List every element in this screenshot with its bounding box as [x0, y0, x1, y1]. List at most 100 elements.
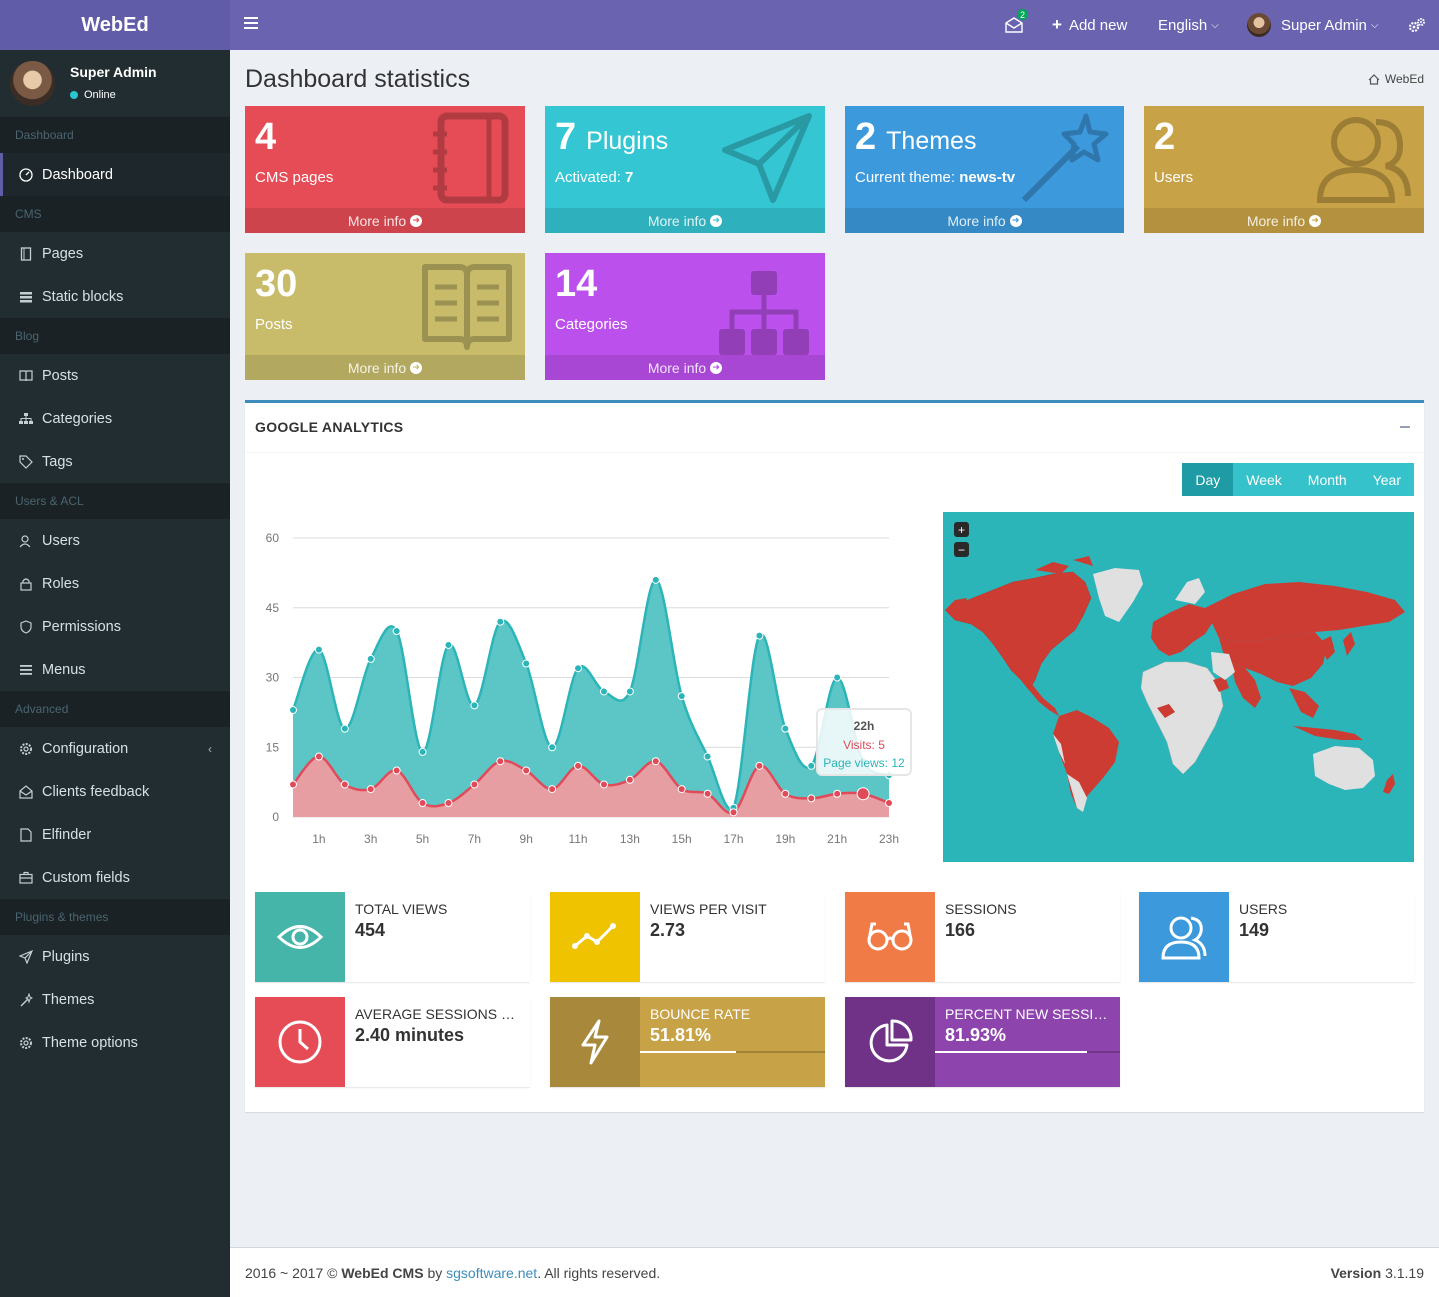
sidebar-item-categories[interactable]: Categories — [0, 397, 230, 440]
data-point — [574, 761, 583, 770]
user-name: Super Admin — [70, 64, 157, 80]
more-info-link[interactable]: More info ➜ — [245, 355, 525, 380]
range-selector: Day Week Month Year — [1182, 463, 1414, 496]
total-views-box: TOTAL VIEWS 454 — [255, 892, 530, 982]
range-week-button[interactable]: Week — [1233, 463, 1295, 496]
chevron-down-icon: ⌵ — [1211, 19, 1219, 31]
add-new-button[interactable]: + Add new — [1052, 0, 1127, 50]
language-label: English — [1158, 16, 1208, 34]
bounce-rate-progress — [640, 1051, 825, 1053]
sidebar-item-label: Theme options — [42, 1034, 138, 1051]
breadcrumb[interactable]: WebEd — [1368, 72, 1424, 86]
clock-icon — [255, 997, 345, 1087]
user-status-text: Online — [84, 89, 116, 101]
range-month-button[interactable]: Month — [1294, 463, 1360, 496]
sidebar-item-label: Elfinder — [42, 826, 92, 843]
range-year-button[interactable]: Year — [1359, 463, 1414, 496]
app-logo[interactable]: WebEd — [0, 0, 230, 50]
views-per-visit-box: VIEWS PER VISIT 2.73 — [550, 892, 825, 982]
data-point — [677, 692, 686, 701]
cms-pages-box: 4 CMS pages More info ➜ — [245, 106, 525, 233]
x-tick-label: 1h — [312, 832, 325, 846]
sidebar-item-custom-fields[interactable]: Custom fields — [0, 856, 230, 899]
y-tick-label: 45 — [266, 601, 280, 615]
notebook-icon — [433, 112, 509, 204]
sidebar-item-theme-options[interactable]: Theme options — [0, 1021, 230, 1064]
analytics-chart: 0 15 30 45 60 1h 3h 5h 7h 9h 11h 13h 15h 17h 19h 21h 23h — [266, 531, 899, 846]
sidebar-item-pages[interactable]: Pages — [0, 232, 230, 275]
arrow-circle-right-icon: ➜ — [1009, 214, 1022, 227]
sidebar-item-static-blocks[interactable]: Static blocks — [0, 275, 230, 318]
x-tick-label: 23h — [879, 832, 899, 846]
sidebar-item-label: Tags — [42, 453, 73, 470]
more-info-link[interactable]: More info ➜ — [545, 208, 825, 233]
notebook-icon — [18, 246, 34, 261]
data-point — [418, 747, 427, 756]
data-point — [625, 687, 634, 696]
sidebar-item-themes[interactable]: Themes — [0, 978, 230, 1021]
panel-title: GOOGLE ANALYTICS — [255, 419, 404, 435]
y-tick-label: 60 — [266, 531, 280, 545]
sidebar-toggle-icon[interactable] — [244, 17, 258, 29]
sidebar-item-label: Posts — [42, 367, 79, 384]
data-point — [522, 659, 531, 668]
bars-icon — [18, 664, 34, 676]
users-stat-label: USERS — [1239, 901, 1288, 917]
range-day-button[interactable]: Day — [1182, 463, 1234, 496]
sidebar-item-tags[interactable]: Tags — [0, 440, 230, 483]
footer-link[interactable]: sgsoftware.net — [446, 1265, 537, 1281]
menu-header-dashboard: Dashboard — [0, 117, 230, 153]
posts-box: 30 Posts More info ➜ — [245, 253, 525, 380]
sidebar-item-plugins[interactable]: Plugins — [0, 935, 230, 978]
collapse-icon[interactable] — [1400, 426, 1410, 428]
data-point — [366, 785, 375, 794]
menu-header-blog: Blog — [0, 318, 230, 354]
file-icon — [18, 827, 34, 842]
sidebar-item-menus[interactable]: Menus — [0, 648, 230, 691]
mail-notification-button[interactable]: 2 — [1005, 0, 1028, 50]
menu-header-advanced: Advanced — [0, 691, 230, 727]
more-info-link[interactable]: More info ➜ — [1144, 208, 1424, 233]
sidebar-item-label: Plugins — [42, 948, 90, 965]
data-point — [729, 808, 738, 817]
sidebar-item-users[interactable]: Users — [0, 519, 230, 562]
categories-count: 14 — [555, 263, 598, 305]
more-info-link[interactable]: More info ➜ — [845, 208, 1124, 233]
breadcrumb-item[interactable]: WebEd — [1385, 72, 1424, 86]
sidebar-item-dashboard[interactable]: Dashboard — [0, 153, 230, 196]
posts-label: Posts — [255, 316, 293, 333]
sidebar-item-posts[interactable]: Posts — [0, 354, 230, 397]
language-dropdown[interactable]: English ⌵ — [1158, 0, 1219, 50]
data-point — [833, 673, 842, 682]
sidebar: Super Admin Online Dashboard Dashboard C… — [0, 50, 230, 1297]
world-map[interactable]: + − — [943, 512, 1414, 862]
paper-plane-icon — [18, 949, 34, 964]
views-per-visit-label: VIEWS PER VISIT — [650, 901, 767, 917]
sidebar-item-label: Clients feedback — [42, 783, 150, 800]
cms-pages-label: CMS pages — [255, 169, 334, 186]
arrow-circle-right-icon: ➜ — [410, 361, 423, 374]
data-point — [314, 752, 323, 761]
sidebar-item-roles[interactable]: Roles — [0, 562, 230, 605]
more-info-link[interactable]: More info ➜ — [245, 208, 525, 233]
world-map-shapes — [944, 556, 1405, 812]
paper-plane-icon — [722, 113, 812, 203]
sidebar-item-configuration[interactable]: Configuration ‹ — [0, 727, 230, 770]
app-name: WebEd — [81, 13, 149, 36]
settings-button[interactable] — [1408, 0, 1426, 50]
arrow-circle-right-icon: ➜ — [1309, 214, 1322, 227]
sessions-value: 166 — [945, 920, 976, 940]
more-info-link[interactable]: More info ➜ — [545, 355, 825, 380]
user-menu-dropdown[interactable]: Super Admin ⌵ — [1247, 0, 1378, 50]
data-point — [366, 654, 375, 663]
sidebar-item-elfinder[interactable]: Elfinder — [0, 813, 230, 856]
x-tick-label: 11h — [568, 832, 587, 846]
sidebar-item-clients-feedback[interactable]: Clients feedback — [0, 770, 230, 813]
tooltip-title: 22h — [853, 719, 875, 733]
sidebar-item-label: Custom fields — [42, 869, 130, 886]
data-point — [703, 752, 712, 761]
sidebar-item-permissions[interactable]: Permissions — [0, 605, 230, 648]
mail-count-badge: 2 — [1017, 9, 1028, 20]
x-tick-label: 5h — [416, 832, 429, 846]
percent-new-session-label: PERCENT NEW SESSION — [945, 1006, 1113, 1022]
